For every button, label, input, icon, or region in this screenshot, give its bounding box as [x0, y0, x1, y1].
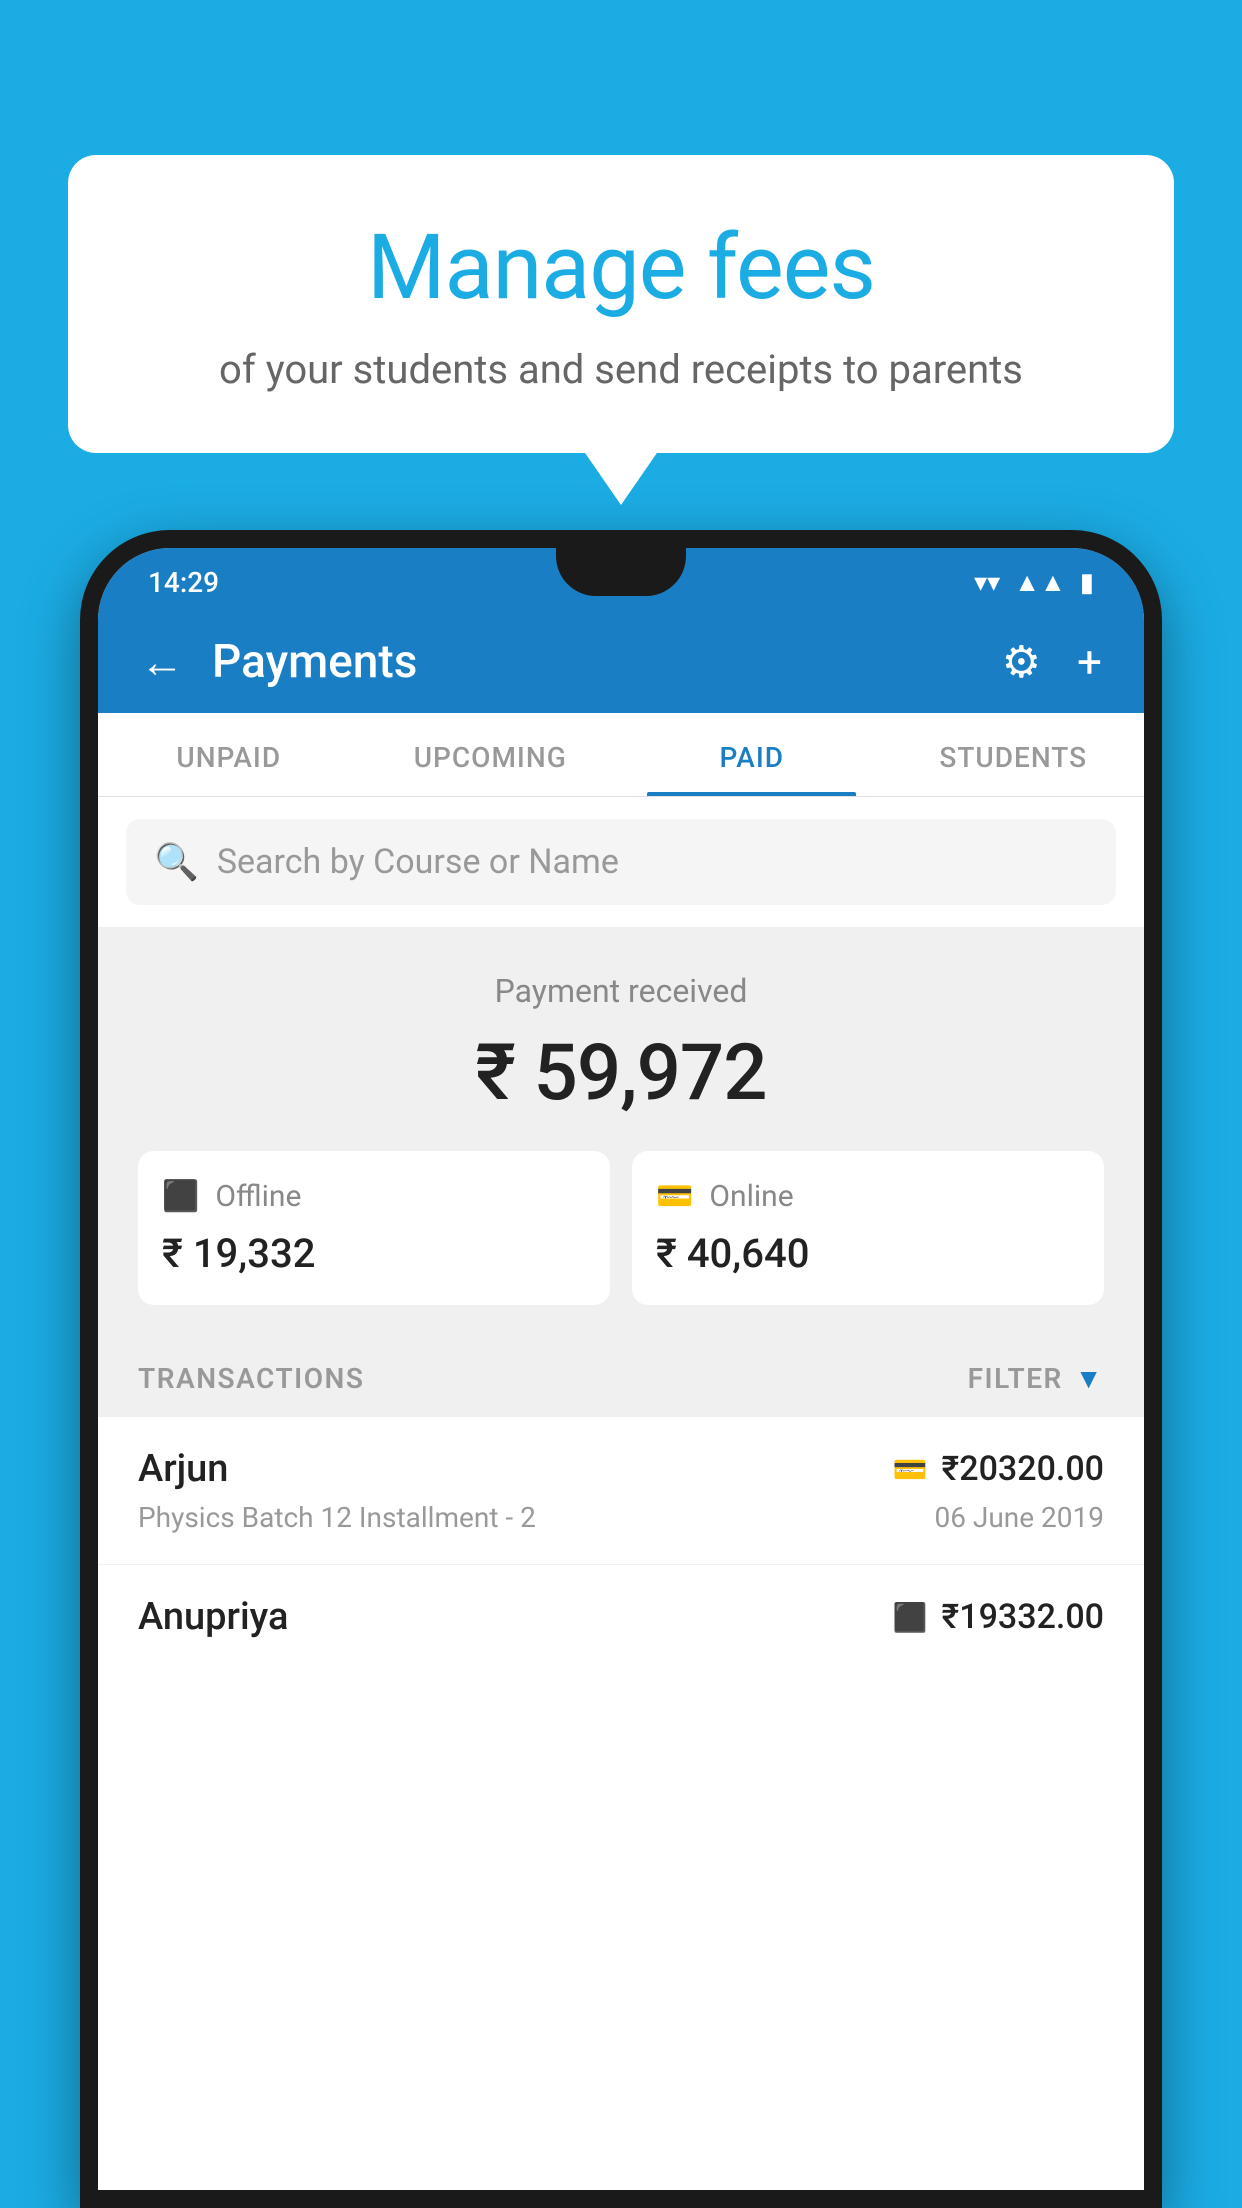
offline-icon: ⬛	[162, 1179, 199, 1214]
search-icon: 🔍	[154, 841, 199, 883]
transaction-row-top: Anupriya ⬛ ₹19332.00	[138, 1595, 1104, 1639]
transaction-description: Physics Batch 12 Installment - 2	[138, 1501, 536, 1534]
transaction-list: Arjun 💳 ₹20320.00 Physics Batch 12 Insta…	[98, 1417, 1144, 2190]
phone-frame: 14:29 ▾▾ ▲▲ ▮ ← Payments ⚙ + UNPAID UPCO…	[80, 530, 1162, 2208]
wifi-icon: ▾▾	[974, 568, 1000, 598]
transaction-row-top: Arjun 💳 ₹20320.00	[138, 1447, 1104, 1491]
online-card-header: 💳 Online	[656, 1179, 1080, 1214]
tab-paid[interactable]: PAID	[621, 713, 883, 796]
page-title: Payments	[212, 635, 417, 689]
bubble-title: Manage fees	[118, 215, 1124, 320]
top-bar-left: ← Payments	[140, 635, 417, 689]
online-amount: ₹ 40,640	[656, 1230, 1080, 1277]
tab-students[interactable]: STUDENTS	[883, 713, 1145, 796]
phone-screen: 14:29 ▾▾ ▲▲ ▮ ← Payments ⚙ + UNPAID UPCO…	[98, 548, 1144, 2190]
tab-upcoming[interactable]: UPCOMING	[360, 713, 622, 796]
online-label: Online	[709, 1179, 793, 1214]
transaction-amount-wrap: ⬛ ₹19332.00	[893, 1597, 1104, 1637]
back-button[interactable]: ←	[140, 636, 184, 688]
settings-icon[interactable]: ⚙	[1002, 636, 1041, 688]
transaction-amount: ₹19332.00	[942, 1597, 1104, 1637]
offline-payment-icon: ⬛	[893, 1601, 928, 1634]
payment-cards: ⬛ Offline ₹ 19,332 💳 Online ₹ 40,640	[138, 1151, 1104, 1305]
offline-amount: ₹ 19,332	[162, 1230, 586, 1277]
status-icons: ▾▾ ▲▲ ▮	[974, 567, 1094, 598]
offline-card-header: ⬛ Offline	[162, 1179, 586, 1214]
transaction-amount: ₹20320.00	[942, 1449, 1104, 1489]
speech-bubble: Manage fees of your students and send re…	[68, 155, 1174, 453]
filter-label: FILTER	[968, 1362, 1063, 1395]
transaction-name: Arjun	[138, 1447, 228, 1491]
search-container: 🔍 Search by Course or Name	[98, 797, 1144, 927]
payment-summary: Payment received ₹ 59,972 ⬛ Offline ₹ 19…	[98, 927, 1144, 1340]
offline-card: ⬛ Offline ₹ 19,332	[138, 1151, 610, 1305]
search-input[interactable]: Search by Course or Name	[217, 842, 619, 882]
payment-received-label: Payment received	[138, 972, 1104, 1010]
transaction-name: Anupriya	[138, 1595, 288, 1639]
card-icon: 💳	[893, 1453, 928, 1486]
top-bar-right: ⚙ +	[1002, 636, 1102, 688]
tab-unpaid[interactable]: UNPAID	[98, 713, 360, 796]
filter-icon: ▼	[1075, 1362, 1104, 1395]
online-icon: 💳	[656, 1179, 693, 1214]
offline-label: Offline	[215, 1179, 301, 1214]
online-card: 💳 Online ₹ 40,640	[632, 1151, 1104, 1305]
signal-icon: ▲▲	[1014, 567, 1065, 598]
search-bar[interactable]: 🔍 Search by Course or Name	[126, 819, 1116, 905]
transaction-row-bottom: Physics Batch 12 Installment - 2 06 June…	[138, 1501, 1104, 1534]
transaction-amount-wrap: 💳 ₹20320.00	[893, 1449, 1104, 1489]
table-row[interactable]: Arjun 💳 ₹20320.00 Physics Batch 12 Insta…	[98, 1417, 1144, 1565]
status-bar: 14:29 ▾▾ ▲▲ ▮	[98, 548, 1144, 611]
table-row[interactable]: Anupriya ⬛ ₹19332.00	[98, 1565, 1144, 1659]
transactions-label: TRANSACTIONS	[138, 1362, 364, 1395]
top-bar: ← Payments ⚙ +	[98, 611, 1144, 713]
status-time: 14:29	[148, 566, 219, 599]
payment-total-amount: ₹ 59,972	[138, 1028, 1104, 1119]
transaction-date: 06 June 2019	[934, 1501, 1104, 1534]
tabs: UNPAID UPCOMING PAID STUDENTS	[98, 713, 1144, 797]
add-icon[interactable]: +	[1077, 636, 1102, 688]
battery-icon: ▮	[1080, 568, 1094, 598]
bubble-subtitle: of your students and send receipts to pa…	[118, 342, 1124, 398]
transactions-header: TRANSACTIONS FILTER ▼	[98, 1340, 1144, 1417]
filter-button[interactable]: FILTER ▼	[968, 1362, 1104, 1395]
